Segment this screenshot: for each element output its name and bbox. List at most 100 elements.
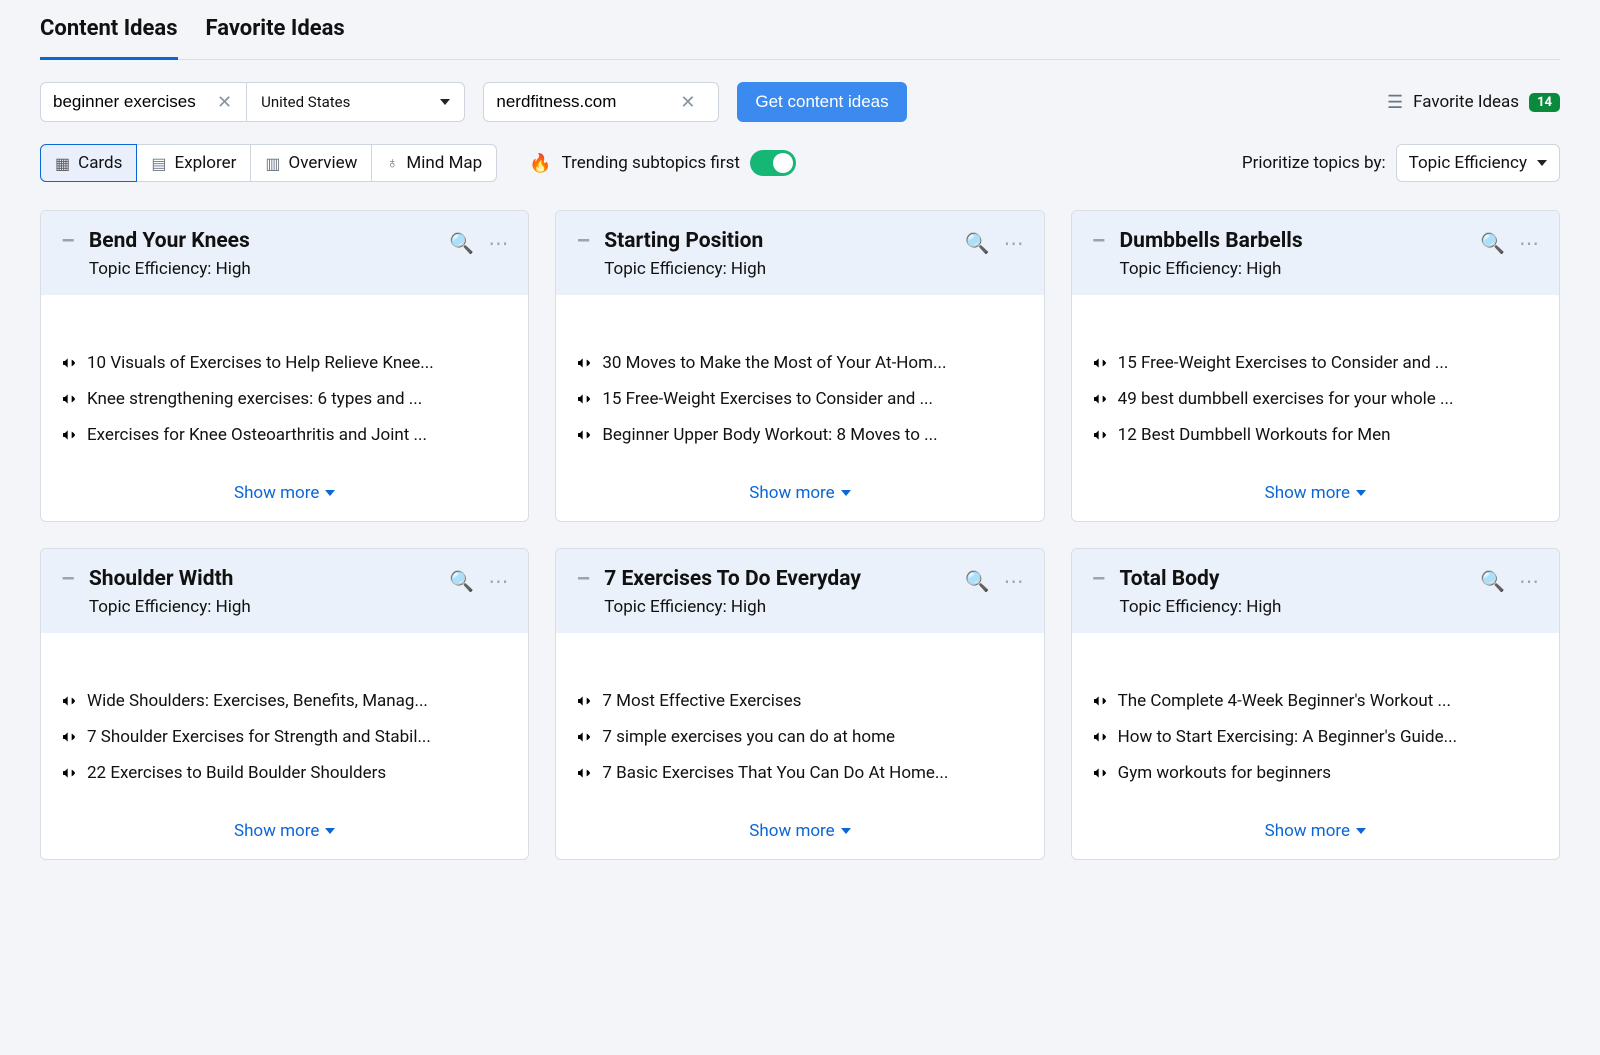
get-content-ideas-button[interactable]: Get content ideas [737, 82, 906, 122]
collapse-icon[interactable]: – [576, 569, 590, 591]
favorite-count-badge: 14 [1529, 93, 1560, 112]
card-body: The Complete 4-Week Beginner's Workout .… [1072, 633, 1559, 807]
list-item-text: 7 simple exercises you can do at home [602, 727, 895, 747]
search-icon[interactable]: 🔍 [449, 231, 474, 255]
list-item[interactable]: 15 Free-Weight Exercises to Consider and… [576, 381, 1023, 417]
chevron-down-icon [325, 828, 335, 834]
show-more-label: Show more [1265, 483, 1350, 503]
show-more-link[interactable]: Show more [556, 807, 1043, 859]
megaphone-icon [576, 427, 592, 443]
more-icon[interactable]: ⋯ [488, 569, 508, 593]
clear-domain-icon[interactable]: ✕ [676, 92, 699, 113]
card-header: –Dumbbells Barbells Topic Efficiency: Hig… [1072, 211, 1559, 295]
list-item[interactable]: 7 Most Effective Exercises [576, 683, 1023, 719]
overview-icon: ▥ [265, 154, 280, 173]
prioritize-dropdown[interactable]: Topic Efficiency [1396, 144, 1560, 182]
list-item-text: 7 Most Effective Exercises [602, 691, 801, 711]
list-item-text: How to Start Exercising: A Beginner's Gu… [1118, 727, 1457, 747]
card-actions: 🔍⋯ [965, 569, 1024, 593]
view-explorer-button[interactable]: ▤ Explorer [137, 144, 251, 182]
show-more-label: Show more [234, 821, 319, 841]
list-item[interactable]: Beginner Upper Body Workout: 8 Moves to … [576, 417, 1023, 453]
search-icon[interactable]: 🔍 [1480, 569, 1505, 593]
search-icon[interactable]: 🔍 [1480, 231, 1505, 255]
view-mindmap-button[interactable]: ♁ Mind Map [372, 144, 497, 182]
list-item-text: 15 Free-Weight Exercises to Consider and… [602, 389, 933, 409]
megaphone-icon [576, 729, 592, 745]
list-item[interactable]: 7 simple exercises you can do at home [576, 719, 1023, 755]
list-item[interactable]: Knee strengthening exercises: 6 types an… [61, 381, 508, 417]
list-item[interactable]: 15 Free-Weight Exercises to Consider and… [1092, 345, 1539, 381]
list-item[interactable]: 7 Basic Exercises That You Can Do At Hom… [576, 755, 1023, 791]
list-item[interactable]: How to Start Exercising: A Beginner's Gu… [1092, 719, 1539, 755]
more-icon[interactable]: ⋯ [1519, 231, 1539, 255]
list-item[interactable]: The Complete 4-Week Beginner's Workout .… [1092, 683, 1539, 719]
megaphone-icon [61, 427, 77, 443]
search-icon[interactable]: 🔍 [965, 231, 990, 255]
card-title: Dumbbells Barbells [1120, 229, 1481, 253]
mindmap-icon: ♁ [386, 153, 398, 173]
list-item[interactable]: Exercises for Knee Osteoarthritis and Jo… [61, 417, 508, 453]
more-icon[interactable]: ⋯ [1004, 569, 1024, 593]
list-item-text: The Complete 4-Week Beginner's Workout .… [1118, 691, 1451, 711]
card-body: Wide Shoulders: Exercises, Benefits, Man… [41, 633, 528, 807]
list-item-text: 7 Shoulder Exercises for Strength and St… [87, 727, 431, 747]
show-more-link[interactable]: Show more [1072, 469, 1559, 521]
domain-input[interactable] [496, 92, 676, 112]
list-item[interactable]: 49 best dumbbell exercises for your whol… [1092, 381, 1539, 417]
trending-toggle[interactable] [750, 150, 796, 176]
view-overview-button[interactable]: ▥ Overview [251, 144, 372, 182]
view-switcher: ▦ Cards ▤ Explorer ▥ Overview ♁ Mind Map [40, 144, 497, 182]
more-icon[interactable]: ⋯ [488, 231, 508, 255]
list-item-text: 10 Visuals of Exercises to Help Relieve … [87, 353, 434, 373]
chevron-down-icon [1356, 490, 1366, 496]
country-select[interactable]: United States [247, 82, 465, 122]
controls-row: ▦ Cards ▤ Explorer ▥ Overview ♁ Mind Map… [40, 144, 1560, 182]
card-header: –Shoulder WidthTopic Efficiency: High🔍⋯ [41, 549, 528, 633]
search-icon[interactable]: 🔍 [965, 569, 990, 593]
list-item[interactable]: 12 Best Dumbbell Workouts for Men [1092, 417, 1539, 453]
collapse-icon[interactable]: – [61, 569, 75, 591]
show-more-link[interactable]: Show more [41, 469, 528, 521]
prioritize-value: Topic Efficiency [1409, 153, 1527, 173]
list-item[interactable]: 7 Shoulder Exercises for Strength and St… [61, 719, 508, 755]
collapse-icon[interactable]: – [61, 231, 75, 253]
collapse-icon[interactable]: – [1092, 231, 1106, 253]
show-more-link[interactable]: Show more [556, 469, 1043, 521]
tab-favorite-ideas[interactable]: Favorite Ideas [206, 16, 345, 59]
collapse-icon[interactable]: – [1092, 569, 1106, 591]
topic-card: –Starting PositionTopic Efficiency: High… [555, 210, 1044, 522]
clear-keyword-icon[interactable]: ✕ [213, 92, 236, 113]
card-efficiency: Topic Efficiency: High [1120, 259, 1481, 279]
list-item-text: Wide Shoulders: Exercises, Benefits, Man… [87, 691, 428, 711]
megaphone-icon [576, 391, 592, 407]
list-item-text: 7 Basic Exercises That You Can Do At Hom… [602, 763, 948, 783]
card-header: –Total BodyTopic Efficiency: High🔍⋯ [1072, 549, 1559, 633]
keyword-input[interactable] [53, 92, 213, 112]
card-actions: 🔍⋯ [449, 231, 508, 255]
favorite-ideas-link[interactable]: ☰ Favorite Ideas 14 [1387, 92, 1560, 113]
keyword-input-wrap: ✕ [40, 82, 247, 122]
show-more-link[interactable]: Show more [1072, 807, 1559, 859]
more-icon[interactable]: ⋯ [1519, 569, 1539, 593]
list-item[interactable]: 30 Moves to Make the Most of Your At-Hom… [576, 345, 1023, 381]
card-title: 7 Exercises To Do Everyday [604, 567, 965, 591]
megaphone-icon [576, 765, 592, 781]
list-item[interactable]: 10 Visuals of Exercises to Help Relieve … [61, 345, 508, 381]
tab-content-ideas[interactable]: Content Ideas [40, 16, 178, 60]
more-icon[interactable]: ⋯ [1004, 231, 1024, 255]
list-item[interactable]: Wide Shoulders: Exercises, Benefits, Man… [61, 683, 508, 719]
list-item[interactable]: Gym workouts for beginners [1092, 755, 1539, 791]
list-item-text: 30 Moves to Make the Most of Your At-Hom… [602, 353, 946, 373]
view-cards-button[interactable]: ▦ Cards [40, 144, 137, 182]
list-item[interactable]: 22 Exercises to Build Boulder Shoulders [61, 755, 508, 791]
card-body: 7 Most Effective Exercises 7 simple exerc… [556, 633, 1043, 807]
topic-card: –Bend Your KneesTopic Efficiency: High🔍⋯… [40, 210, 529, 522]
show-more-link[interactable]: Show more [41, 807, 528, 859]
megaphone-icon [61, 729, 77, 745]
megaphone-icon [61, 355, 77, 371]
search-icon[interactable]: 🔍 [449, 569, 474, 593]
list-item-text: 22 Exercises to Build Boulder Shoulders [87, 763, 386, 783]
collapse-icon[interactable]: – [576, 231, 590, 253]
card-body: 15 Free-Weight Exercises to Consider and… [1072, 295, 1559, 469]
